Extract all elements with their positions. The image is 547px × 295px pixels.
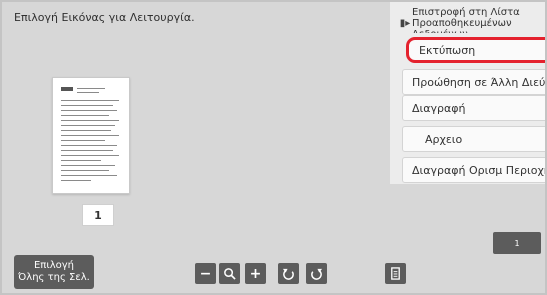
thumbnail-line (61, 120, 119, 121)
menu-item-return-to-list[interactable]: Επιστροφή στη Λίστα Προαποθηκευμένων Δεδ… (412, 7, 545, 33)
thumbnail-line (77, 88, 105, 89)
zoom-in-button[interactable]: + (245, 263, 266, 284)
thumbnail-line (61, 165, 115, 166)
thumbnail-line (61, 135, 119, 136)
thumbnail-line (61, 150, 113, 151)
document-icon (391, 267, 400, 280)
thumbnail-line (61, 170, 109, 171)
zoom-in-icon: + (249, 265, 262, 282)
page-thumbnail[interactable] (52, 77, 130, 194)
thumbnail-line (61, 130, 111, 131)
thumbnail-logo (61, 87, 73, 91)
thumbnail-line (61, 100, 119, 101)
menu-item-file[interactable]: Αρχειο (402, 126, 545, 152)
thumbnail-line (77, 92, 99, 93)
select-all-label-line1: Επιλογή (33, 260, 74, 271)
thumbnail-line (61, 110, 117, 111)
select-all-label-line2: Όλης της Σελ. (18, 272, 90, 283)
menu-item-forward[interactable]: Προώθηση σε Άλλη Διεύθ (402, 69, 545, 95)
zoom-icon (224, 268, 236, 280)
zoom-out-icon: − (199, 265, 212, 282)
thumbnail-line (61, 115, 109, 116)
rotate-left-button[interactable] (278, 263, 299, 284)
zoom-button[interactable] (219, 263, 240, 284)
rotate-right-icon (311, 268, 323, 280)
rotate-right-button[interactable] (306, 263, 327, 284)
thumbnail-line (61, 160, 101, 161)
page-number-label: 1 (82, 204, 114, 226)
rotate-left-icon (282, 268, 294, 280)
document-view-button[interactable] (385, 263, 406, 284)
menu-item-print[interactable]: Εκτύπωση (406, 37, 545, 63)
menu-item-delete[interactable]: Διαγραφή (402, 95, 545, 121)
menu-item-delete-area[interactable]: Διαγραφή Ορισμ Περιοχής (402, 157, 545, 183)
thumbnail-line (61, 155, 119, 156)
instruction-text: Επιλογή Εικόνας για Λειτουργία. (14, 11, 195, 24)
zoom-out-button[interactable]: − (195, 263, 216, 284)
thumbnail-line (61, 175, 117, 176)
thumbnail-line (61, 105, 113, 106)
thumbnail-line (61, 125, 115, 126)
thumbnail-line (61, 145, 117, 146)
select-all-pages-button[interactable]: Επιλογή Όλης της Σελ. (14, 255, 94, 289)
thumbnail-line (61, 180, 91, 181)
page-count-button[interactable]: 1 (493, 232, 541, 254)
collapse-menu-icon[interactable]: ▮▸ (399, 14, 411, 32)
thumbnail-line (61, 140, 105, 141)
screen: Επιλογή Εικόνας για Λειτουργία. 1 Επιστρ… (0, 0, 547, 295)
